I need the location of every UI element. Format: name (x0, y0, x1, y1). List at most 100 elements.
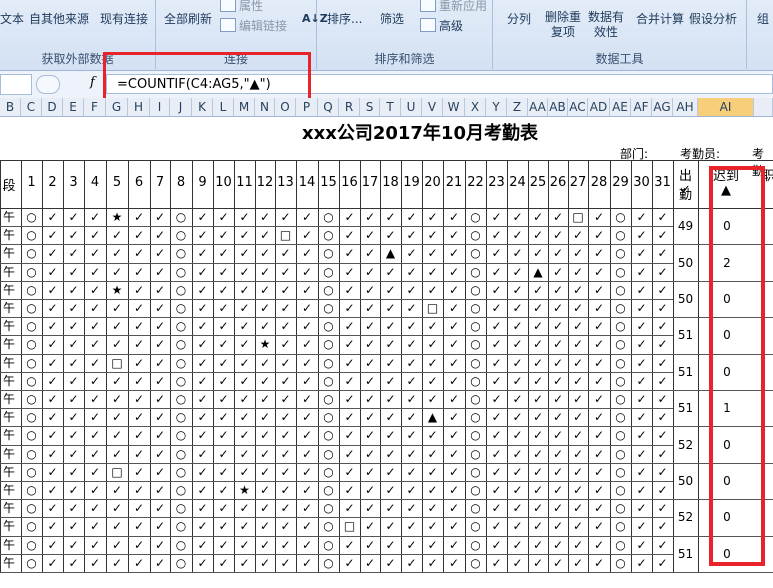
attendance-cell[interactable]: ✓ (528, 408, 548, 426)
attendance-cell[interactable]: ○ (610, 536, 631, 554)
attendance-cell[interactable]: ✓ (422, 226, 443, 244)
attendance-cell[interactable]: ✓ (631, 281, 652, 299)
attendance-cell[interactable]: ○ (465, 499, 486, 517)
attendance-cell[interactable]: ✓ (380, 317, 401, 335)
attendance-cell[interactable]: ✓ (443, 372, 465, 390)
attendance-cell[interactable]: ✓ (360, 335, 380, 353)
attendance-cell[interactable]: □ (106, 354, 128, 372)
attendance-cell[interactable]: ✓ (568, 281, 588, 299)
attendance-cell[interactable]: ✓ (63, 226, 84, 244)
group-button[interactable]: 组 (757, 10, 769, 27)
attendance-cell[interactable]: ✓ (422, 481, 443, 499)
attendance-cell[interactable]: ✓ (486, 208, 507, 226)
attendance-cell[interactable]: ✓ (652, 426, 673, 444)
attendance-cell[interactable]: ✓ (128, 244, 150, 262)
attendance-cell[interactable]: ✓ (192, 208, 213, 226)
attendance-cell[interactable]: ✓ (213, 317, 234, 335)
attendance-cell[interactable]: ✓ (213, 390, 234, 408)
attendance-cell[interactable]: ✓ (568, 372, 588, 390)
column-header[interactable]: S (360, 98, 380, 116)
attendance-cell[interactable]: ○ (465, 536, 486, 554)
attendance-cell[interactable]: ✓ (486, 517, 507, 535)
attendance-cell[interactable]: ✓ (588, 263, 610, 281)
attendance-cell[interactable]: ✓ (128, 481, 150, 499)
attendance-cell[interactable]: ✓ (443, 481, 465, 499)
attendance-cell[interactable]: ✓ (296, 554, 318, 572)
attendance-cell[interactable]: ✓ (63, 335, 84, 353)
attendance-cell[interactable]: ✓ (255, 499, 275, 517)
attendance-cell[interactable]: ✓ (106, 317, 128, 335)
attendance-cell[interactable]: ○ (318, 354, 339, 372)
attendance-cell[interactable]: ✓ (568, 426, 588, 444)
attendance-cell[interactable]: ✓ (443, 299, 465, 317)
reapply-button[interactable]: 重新应用 (420, 0, 487, 14)
attendance-cell[interactable]: ✓ (84, 354, 106, 372)
attendance-cell[interactable]: ✓ (84, 208, 106, 226)
attendance-cell[interactable]: ✓ (192, 426, 213, 444)
attendance-cell[interactable]: ○ (170, 463, 192, 481)
attendance-cell[interactable]: ✓ (234, 408, 255, 426)
attendance-cell[interactable]: ✓ (275, 244, 296, 262)
attendance-cell[interactable]: ✓ (548, 408, 568, 426)
attendance-cell[interactable]: ○ (170, 536, 192, 554)
attendance-cell[interactable]: ✓ (401, 481, 422, 499)
attendance-cell[interactable]: ✓ (234, 372, 255, 390)
attendance-cell[interactable]: ✓ (380, 299, 401, 317)
attendance-cell[interactable]: ✓ (528, 426, 548, 444)
attendance-cell[interactable]: ✓ (401, 390, 422, 408)
column-header[interactable]: AF (631, 98, 652, 116)
attendance-cell[interactable]: ○ (170, 445, 192, 463)
attendance-cell[interactable]: ✓ (380, 354, 401, 372)
attendance-cell[interactable]: ✓ (213, 426, 234, 444)
attendance-cell[interactable]: ✓ (652, 317, 673, 335)
attendance-cell[interactable]: ✓ (128, 335, 150, 353)
attendance-cell[interactable]: ✓ (380, 536, 401, 554)
attendance-cell[interactable]: ○ (610, 263, 631, 281)
attendance-cell[interactable]: ✓ (588, 517, 610, 535)
attendance-cell[interactable]: ✓ (380, 281, 401, 299)
attendance-cell[interactable]: ✓ (568, 408, 588, 426)
attendance-cell[interactable]: ✓ (255, 208, 275, 226)
attendance-cell[interactable]: ✓ (63, 536, 84, 554)
attendance-cell[interactable]: ✓ (528, 554, 548, 572)
sort-az-icon[interactable]: A↓Z (302, 12, 328, 25)
attendance-cell[interactable]: ✓ (568, 481, 588, 499)
attendance-cell[interactable]: ✓ (275, 299, 296, 317)
attendance-cell[interactable]: ✓ (507, 281, 528, 299)
attendance-cell[interactable]: ✓ (255, 354, 275, 372)
attendance-cell[interactable]: ✓ (507, 408, 528, 426)
attendance-cell[interactable]: ✓ (339, 390, 360, 408)
attendance-cell[interactable]: ○ (318, 226, 339, 244)
attendance-cell[interactable]: ★ (255, 335, 275, 353)
column-header[interactable]: AG (652, 98, 673, 116)
column-header[interactable]: AA (528, 98, 548, 116)
attendance-cell[interactable]: ○ (610, 390, 631, 408)
attendance-cell[interactable]: ○ (465, 263, 486, 281)
attendance-cell[interactable]: ✓ (528, 354, 548, 372)
attendance-cell[interactable]: ✓ (213, 536, 234, 554)
attendance-cell[interactable]: ✓ (652, 408, 673, 426)
attendance-cell[interactable]: ✓ (339, 226, 360, 244)
attendance-cell[interactable]: ✓ (128, 499, 150, 517)
attendance-cell[interactable]: ✓ (275, 281, 296, 299)
attendance-cell[interactable]: ✓ (150, 208, 170, 226)
attendance-cell[interactable]: ✓ (528, 299, 548, 317)
attendance-cell[interactable]: ✓ (507, 517, 528, 535)
attendance-cell[interactable]: ✓ (339, 499, 360, 517)
attendance-cell[interactable]: ✓ (443, 281, 465, 299)
attendance-cell[interactable]: ○ (465, 463, 486, 481)
attendance-cell[interactable]: ★ (106, 208, 128, 226)
attendance-cell[interactable]: ✓ (401, 317, 422, 335)
attendance-cell[interactable]: ✓ (106, 372, 128, 390)
attendance-cell[interactable]: ○ (610, 554, 631, 572)
attendance-cell[interactable]: ✓ (234, 317, 255, 335)
attendance-cell[interactable]: ✓ (548, 554, 568, 572)
attendance-cell[interactable]: ✓ (528, 317, 548, 335)
attendance-cell[interactable]: ✓ (150, 426, 170, 444)
attendance-cell[interactable]: ○ (610, 408, 631, 426)
attendance-cell[interactable]: ✓ (443, 244, 465, 262)
attendance-cell[interactable]: ✓ (443, 536, 465, 554)
properties-button[interactable]: 属性 (220, 0, 263, 14)
attendance-cell[interactable]: ✓ (486, 390, 507, 408)
attendance-cell[interactable]: ✓ (84, 226, 106, 244)
